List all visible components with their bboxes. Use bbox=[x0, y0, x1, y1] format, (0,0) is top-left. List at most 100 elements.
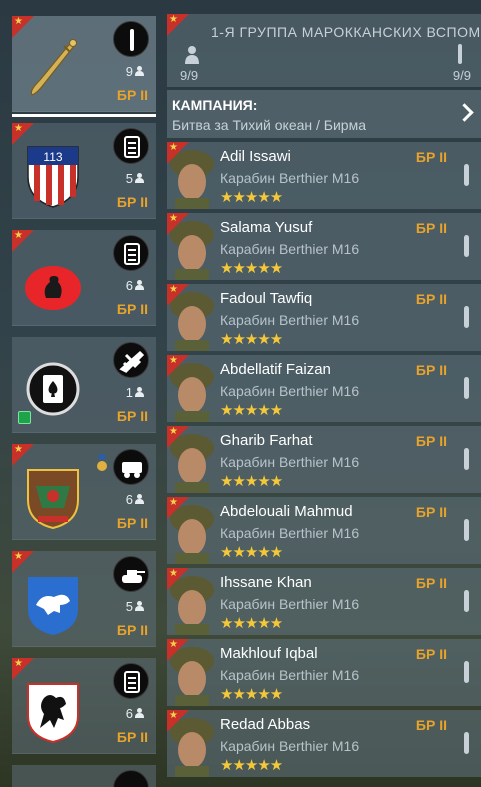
plane-icon bbox=[113, 342, 149, 378]
squad-card-2[interactable]: 113 5 БР II bbox=[12, 123, 156, 219]
battle-rating: БР II bbox=[116, 301, 148, 317]
soldier-name: Redad Abbas bbox=[220, 716, 311, 733]
soldier-row[interactable]: Adil Issawi Карабин Berthier M16 ★★★★★ Б… bbox=[167, 142, 481, 209]
squad-title: 1-Я ГРУППА МАРОККАНСКИХ ВСПОМ bbox=[211, 24, 481, 40]
campaign-selector[interactable]: КАМПАНИЯ: Битва за Тихий океан / Бирма bbox=[167, 90, 481, 138]
faction-flag-icon bbox=[167, 568, 189, 590]
faction-flag-icon bbox=[12, 551, 34, 573]
battle-rating: БР II bbox=[415, 362, 447, 378]
battle-rating: БР II bbox=[116, 729, 148, 745]
squad-card-6[interactable]: 5 БР II bbox=[12, 551, 156, 647]
squad-card-7[interactable]: 6 БР II bbox=[12, 658, 156, 754]
squad-card-3[interactable]: 6 БР II bbox=[12, 230, 156, 326]
faction-flag-icon bbox=[167, 142, 189, 164]
faction-flag-icon bbox=[12, 230, 34, 252]
ammo-icon bbox=[464, 661, 469, 683]
squad-size: 5 bbox=[126, 171, 144, 186]
red-creature-emblem bbox=[25, 266, 81, 310]
ammo-icon bbox=[464, 306, 469, 328]
faction-flag-icon bbox=[167, 639, 189, 661]
soldier-row[interactable]: Abdellatif Faizan Карабин Berthier M16 ★… bbox=[167, 355, 481, 422]
rating-stars: ★★★★★ bbox=[220, 473, 283, 490]
rating-stars: ★★★★★ bbox=[220, 544, 283, 561]
ammo-icon bbox=[464, 164, 469, 186]
rating-stars: ★★★★★ bbox=[220, 757, 283, 774]
squad-size: 6 bbox=[126, 278, 144, 293]
soldier-row[interactable]: Redad Abbas Карабин Berthier M16 ★★★★★ Б… bbox=[167, 710, 481, 777]
battle-rating: БР II bbox=[116, 87, 148, 103]
battle-rating: БР II bbox=[415, 646, 447, 662]
soldier-name: Salama Yusuf bbox=[220, 219, 313, 236]
svg-text:113: 113 bbox=[43, 150, 62, 164]
faction-flag-icon bbox=[167, 284, 189, 306]
clipboard-icon bbox=[113, 663, 149, 699]
faction-flag-icon bbox=[12, 658, 34, 680]
faction-flag-icon bbox=[167, 213, 189, 235]
squad-size: 9 bbox=[126, 64, 144, 79]
faction-flag-icon bbox=[167, 497, 189, 519]
battle-rating: БР II bbox=[116, 515, 148, 531]
rating-stars: ★★★★★ bbox=[220, 189, 283, 206]
ace-spades-emblem bbox=[26, 362, 80, 416]
soldier-weapon: Карабин Berthier M16 bbox=[220, 738, 360, 754]
lion-shield-emblem bbox=[28, 577, 78, 635]
rating-stars: ★★★★★ bbox=[220, 686, 283, 703]
campaign-name: Битва за Тихий океан / Бирма bbox=[172, 117, 367, 133]
premium-icon bbox=[18, 411, 31, 424]
squad-card-8[interactable] bbox=[12, 765, 156, 787]
faction-flag-icon bbox=[12, 444, 34, 466]
battle-rating: БР II bbox=[415, 220, 447, 236]
faction-flag-icon bbox=[12, 16, 34, 38]
ammo-icon bbox=[464, 448, 469, 470]
medal-icon bbox=[97, 454, 107, 471]
battle-rating: БР II bbox=[116, 622, 148, 638]
squad-card-1[interactable]: 9 БР II bbox=[12, 16, 156, 117]
squad-card-4[interactable]: 1 БР II bbox=[12, 337, 156, 433]
soldier-row[interactable]: Ihssane Khan Карабин Berthier M16 ★★★★★ … bbox=[167, 568, 481, 635]
soldier-weapon: Карабин Berthier M16 bbox=[220, 312, 360, 328]
soldier-row[interactable]: Fadoul Tawfiq Карабин Berthier M16 ★★★★★… bbox=[167, 284, 481, 351]
rating-stars: ★★★★★ bbox=[220, 615, 283, 632]
shield-113-emblem: 113 bbox=[27, 146, 79, 208]
soldier-weapon: Карабин Berthier M16 bbox=[220, 525, 360, 541]
soldier-name: Adil Issawi bbox=[220, 148, 291, 165]
battle-rating: БР II bbox=[415, 149, 447, 165]
selection-indicator bbox=[12, 114, 156, 117]
soldier-row[interactable]: Abdelouali Mahmud Карабин Berthier M16 ★… bbox=[167, 497, 481, 564]
weapon-count: 9/9 bbox=[452, 68, 471, 83]
faction-flag-icon bbox=[167, 355, 189, 377]
soldier-row[interactable]: Salama Yusuf Карабин Berthier M16 ★★★★★ … bbox=[167, 213, 481, 280]
ammo-icon bbox=[464, 590, 469, 612]
soldier-name: Ihssane Khan bbox=[220, 574, 312, 591]
faction-flag-icon bbox=[12, 123, 34, 145]
battle-rating: БР II bbox=[415, 717, 447, 733]
ammo-icon bbox=[464, 377, 469, 399]
campaign-label: КАМПАНИЯ: bbox=[172, 97, 258, 113]
rifle-icon bbox=[113, 21, 149, 57]
chevron-right-icon[interactable] bbox=[455, 103, 474, 122]
faction-flag-icon bbox=[167, 426, 189, 448]
faction-flag-icon bbox=[167, 14, 189, 36]
squad-size: 6 bbox=[126, 492, 144, 507]
battle-rating: БР II bbox=[415, 504, 447, 520]
battle-rating: БР II bbox=[415, 291, 447, 307]
regiment-shield-emblem bbox=[27, 469, 79, 530]
ammo-icon bbox=[113, 770, 149, 787]
soldier-weapon: Карабин Berthier M16 bbox=[220, 454, 360, 470]
soldier-name: Makhlouf Iqbal bbox=[220, 645, 318, 662]
soldier-count: 9/9 bbox=[180, 68, 199, 83]
rating-stars: ★★★★★ bbox=[220, 260, 283, 277]
squad-size: 5 bbox=[126, 599, 144, 614]
dagger-emblem bbox=[30, 39, 77, 96]
battle-rating: БР II bbox=[116, 194, 148, 210]
soldier-row[interactable]: Makhlouf Iqbal Карабин Berthier M16 ★★★★… bbox=[167, 639, 481, 706]
battle-rating: БР II bbox=[415, 433, 447, 449]
soldier-name: Fadoul Tawfiq bbox=[220, 290, 313, 307]
rating-stars: ★★★★★ bbox=[220, 402, 283, 419]
black-lion-emblem bbox=[27, 683, 79, 744]
soldier-weapon: Карабин Berthier M16 bbox=[220, 241, 360, 257]
squad-card-5[interactable]: 6 БР II bbox=[12, 444, 156, 540]
soldier-row[interactable]: Gharib Farhat Карабин Berthier M16 ★★★★★… bbox=[167, 426, 481, 493]
soldier-weapon: Карабин Berthier M16 bbox=[220, 667, 360, 683]
squad-header: 1-Я ГРУППА МАРОККАНСКИХ ВСПОМ 9/9 9/9 bbox=[167, 14, 481, 87]
